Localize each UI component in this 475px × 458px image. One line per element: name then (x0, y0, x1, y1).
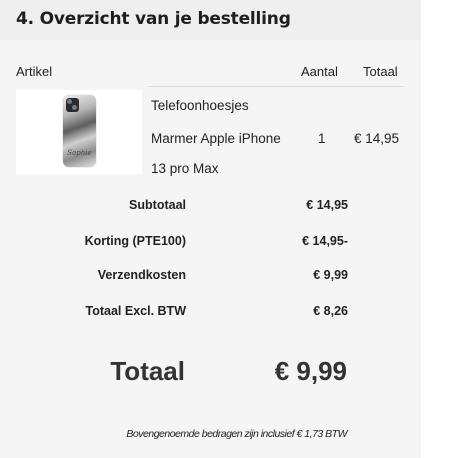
section-title: 4. Overzicht van je bestelling (16, 9, 291, 29)
column-header-article: Artikel (16, 64, 53, 79)
subtotal-label: Subtotaal (129, 198, 186, 212)
column-header-quantity: Aantal (301, 64, 338, 79)
section-header: 4. Overzicht van je bestelling (0, 0, 421, 40)
case-signature: Sophie (67, 149, 92, 157)
product-name-line-2: Marmer Apple iPhone (151, 131, 281, 146)
discount-label: Korting (PTE100) (84, 234, 186, 248)
total-excl-vat-value: € 8,26 (313, 304, 348, 318)
camera-icon (66, 98, 79, 112)
total-excl-vat-label: Totaal Excl. BTW (85, 304, 186, 318)
item-price: € 14,95 (354, 131, 400, 146)
product-name-line-3: 13 pro Max (151, 161, 219, 176)
grand-total-value: € 9,99 (274, 356, 347, 386)
shipping-label: Verzendkosten (97, 268, 186, 282)
product-name-line-1: Telefoonhoesjes (151, 98, 249, 113)
shipping-value: € 9,99 (313, 268, 348, 282)
phone-case-image: Sophie (63, 95, 96, 167)
vat-footnote: Bovengenoemde bedragen zijn inclusief € … (126, 428, 347, 440)
item-quantity: 1 (318, 131, 326, 146)
subtotal-value: € 14,95 (306, 198, 348, 212)
grand-total-label: Totaal (110, 356, 185, 386)
header-divider (148, 86, 404, 87)
discount-value: € 14,95- (302, 234, 348, 248)
column-header-total: Totaal (363, 64, 398, 79)
order-overview-panel: 4. Overzicht van je bestelling Artikel A… (0, 0, 421, 458)
